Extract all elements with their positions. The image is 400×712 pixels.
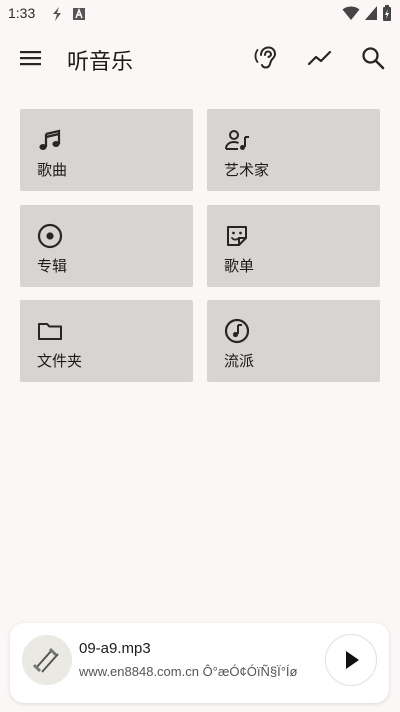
tile-label: 流派 [224, 352, 255, 370]
album-art [22, 635, 72, 685]
navigation-bar [0, 708, 400, 712]
tile-albums[interactable]: 专辑 [20, 205, 193, 287]
wifi-icon [342, 5, 360, 25]
tile-label: 歌曲 [37, 161, 68, 179]
artist-icon [224, 127, 250, 153]
battery-icon [382, 5, 392, 25]
status-time: 1:33 [8, 5, 36, 21]
genre-icon [224, 318, 250, 344]
tile-label: 艺术家 [224, 161, 270, 179]
music-note-icon [37, 127, 63, 153]
ear-icon [254, 46, 277, 69]
album-icon [37, 223, 63, 249]
mini-player[interactable]: 09-a9.mp3 www.en8848.com.cn Ô°æÓ¢ÓïÑ§Ï°Í… [10, 623, 389, 703]
playlist-icon [224, 223, 250, 249]
folder-icon [37, 318, 63, 344]
page-title: 听音乐 [67, 50, 134, 75]
album-art-image [22, 635, 72, 685]
signal-icon [364, 5, 378, 25]
tile-playlists[interactable]: 歌单 [207, 205, 380, 287]
status-right-icons [342, 5, 392, 25]
app-bar: 听音乐 [0, 36, 400, 80]
data-saver-icon [50, 6, 64, 26]
tile-label: 文件夹 [37, 352, 83, 370]
trending-button[interactable] [306, 46, 334, 70]
tile-label: 专辑 [37, 257, 68, 275]
status-bar: 1:33 [0, 0, 400, 28]
search-button[interactable] [360, 45, 386, 71]
track-subtitle: www.en8848.com.cn Ô°æÓ¢ÓïÑ§Ï°Íø [79, 664, 298, 679]
trending-icon [307, 50, 332, 66]
tile-genres[interactable]: 流派 [207, 300, 380, 382]
tile-songs[interactable]: 歌曲 [20, 109, 193, 191]
hamburger-menu-icon [20, 51, 41, 66]
app-notification-icon [72, 6, 86, 26]
tile-label: 歌单 [224, 257, 255, 275]
search-icon [362, 47, 385, 70]
menu-button[interactable] [18, 46, 44, 70]
tile-folders[interactable]: 文件夹 [20, 300, 193, 382]
tile-artists[interactable]: 艺术家 [207, 109, 380, 191]
play-icon [346, 651, 359, 669]
hearing-button[interactable] [253, 45, 279, 71]
status-left-icons [50, 6, 86, 26]
track-title: 09-a9.mp3 [79, 640, 151, 657]
play-button[interactable] [325, 634, 377, 686]
